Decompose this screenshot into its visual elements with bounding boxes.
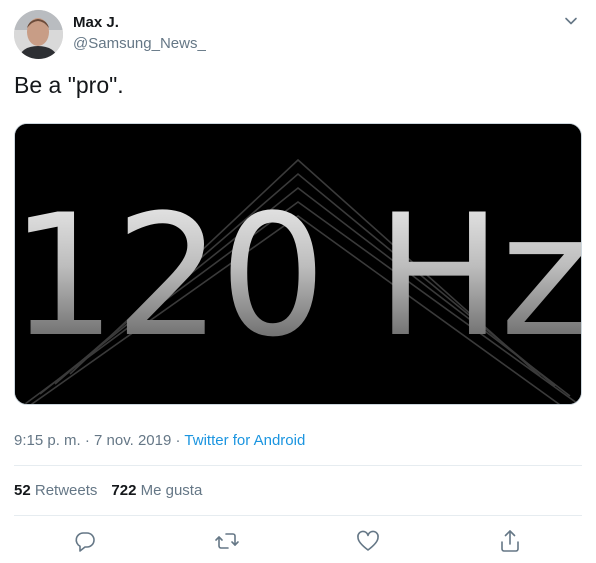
divider <box>14 515 582 516</box>
tweet-stats: 52 Retweets 722 Me gusta <box>14 482 202 499</box>
tweet-date[interactable]: 7 nov. 2019 <box>94 432 171 449</box>
likes-label: Me gusta <box>140 482 203 499</box>
tweet-source-link[interactable]: Twitter for Android <box>184 432 305 449</box>
retweets-count: 52 <box>14 482 31 499</box>
avatar[interactable] <box>14 10 63 59</box>
meta-separator: · <box>175 432 181 449</box>
retweet-icon[interactable] <box>213 527 241 555</box>
author-name[interactable]: Max J. <box>73 14 119 31</box>
media-headline: 120 Hz <box>15 178 581 374</box>
retweets-stat[interactable]: 52 Retweets <box>14 482 97 499</box>
tweet-text: Be a "pro". <box>14 72 124 98</box>
tweet-time[interactable]: 9:15 p. m. <box>14 432 81 449</box>
chevron-down-icon[interactable] <box>562 12 580 30</box>
heart-icon[interactable] <box>354 527 382 555</box>
media-image: 120 Hz <box>15 124 581 404</box>
author-handle[interactable]: @Samsung_News_ <box>73 35 206 52</box>
tweet-actions <box>0 527 596 555</box>
likes-count: 722 <box>111 482 137 499</box>
share-icon[interactable] <box>496 527 524 555</box>
reply-icon[interactable] <box>71 527 99 555</box>
retweets-label: Retweets <box>34 482 98 499</box>
meta-separator: · <box>84 432 90 449</box>
tweet-media[interactable]: 120 Hz <box>14 123 582 405</box>
avatar-photo-icon <box>14 10 63 59</box>
tweet-meta: 9:15 p. m. · 7 nov. 2019 · Twitter for A… <box>14 432 305 449</box>
divider <box>14 465 582 466</box>
likes-stat[interactable]: 722 Me gusta <box>111 482 202 499</box>
